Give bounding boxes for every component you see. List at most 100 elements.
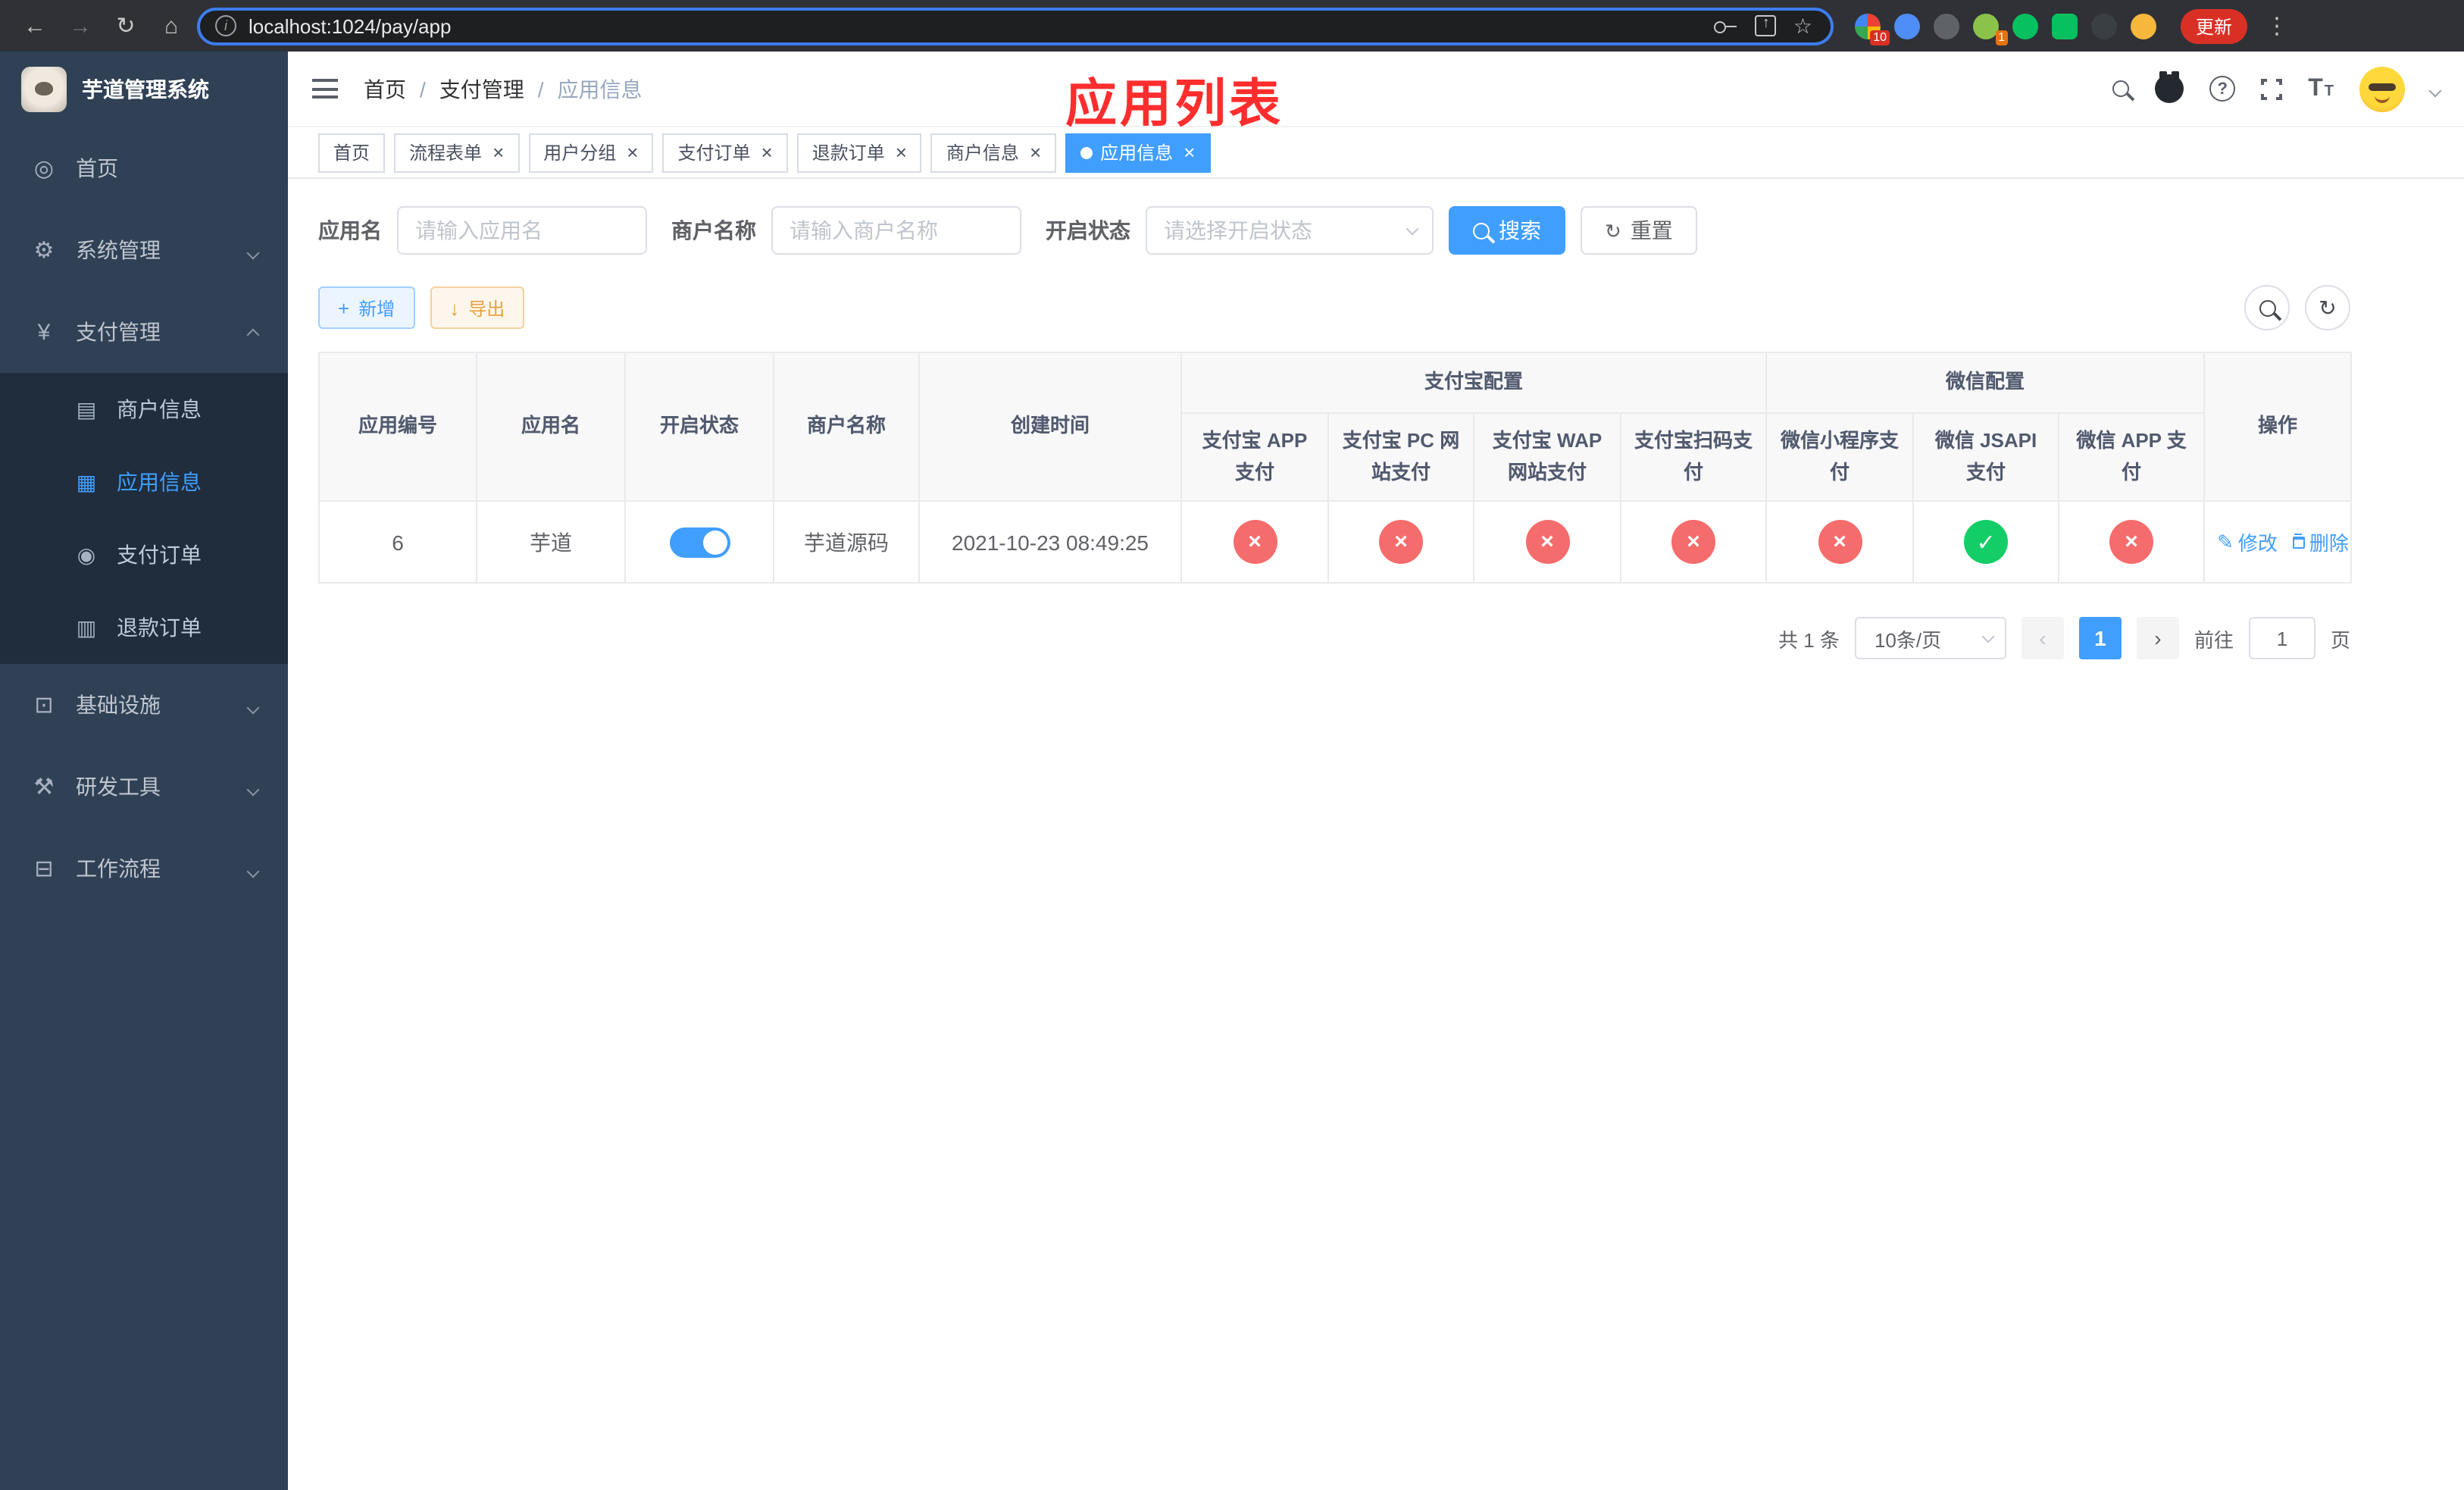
browser-menu-button[interactable]: ⋮ [2265, 12, 2288, 39]
close-icon[interactable]: × [627, 142, 638, 162]
sidebar-item-merchant-info[interactable]: ▤ 商户信息 [0, 373, 288, 446]
page-size-select[interactable]: 10条/页 [1854, 617, 2006, 659]
sidebar-item-label: 支付管理 [76, 320, 161, 344]
sidebar-item-pay-order[interactable]: ◉ 支付订单 [0, 518, 288, 591]
extension-icon[interactable] [2052, 13, 2078, 39]
font-size-icon[interactable]: TT [2308, 76, 2334, 101]
extension-icon[interactable] [2012, 13, 2038, 39]
extension-icon[interactable]: 1 [1973, 13, 2008, 45]
sidebar-item-infrastructure[interactable]: ⊡ 基础设施 [0, 664, 288, 746]
sidebar-item-workflow[interactable]: ⊟ 工作流程 [0, 828, 288, 909]
breadcrumb-section[interactable]: 支付管理 [439, 74, 524, 104]
sidebar-item-label: 退款订单 [117, 615, 202, 640]
main-area: 首页 / 支付管理 / 应用信息 应用列表 ? TT 首页 流程表单 × 用户分… [288, 52, 2464, 1490]
delete-link[interactable]: 删除 [2292, 527, 2349, 556]
toggle-search-button[interactable] [2244, 285, 2290, 330]
site-info-icon[interactable]: i [215, 15, 236, 36]
cell-alipay-qr: ×✓ [1619, 500, 1768, 584]
extension-icon[interactable] [1934, 13, 1959, 39]
search-button[interactable]: 搜索 [1449, 206, 1565, 255]
sidebar-item-refund-order[interactable]: ▥ 退款订单 [0, 591, 288, 664]
sidebar-item-label: 支付订单 [117, 543, 202, 567]
edit-link[interactable]: ✎ 修改 [2217, 527, 2278, 556]
tags-view-bar: 首页 流程表单 × 用户分组 × 支付订单 × 退款订单 × 商户信息 × 应用… [288, 127, 2464, 179]
close-icon[interactable]: × [492, 142, 504, 162]
tab-merchant-info[interactable]: 商户信息 × [930, 133, 1057, 172]
extension-badge: 10 [1870, 30, 1890, 45]
sidebar-item-system[interactable]: ⚙ 系统管理 [0, 209, 288, 291]
channel-status-icon: ×✓ [1671, 520, 1715, 564]
extension-badge: 1 [1995, 30, 2008, 45]
sidebar: 芋道管理系统 ◎ 首页 ⚙ 系统管理 ¥ 支付管理 ▤ 商户信息 ▦ 应用信息 … [0, 52, 288, 1490]
sidebar-item-dev-tools[interactable]: ⚒ 研发工具 [0, 746, 288, 828]
breadcrumb-home[interactable]: 首页 [364, 74, 406, 104]
close-icon[interactable]: × [761, 142, 773, 162]
close-icon[interactable]: × [896, 142, 907, 162]
merchant-name-input[interactable] [771, 206, 1021, 255]
forward-button[interactable]: → [61, 6, 100, 45]
breadcrumb-separator: / [537, 77, 544, 101]
refresh-icon: ↻ [1605, 219, 1621, 242]
extension-icon[interactable] [1894, 13, 1920, 39]
reset-button[interactable]: ↻ 重置 [1581, 206, 1697, 255]
cell-created: 2021-10-23 08:49:25 [918, 500, 1182, 584]
browser-update-button[interactable]: 更新 [2181, 8, 2248, 43]
workflow-icon: ⊟ [34, 856, 54, 882]
content-area: 应用名 商户名称 开启状态 请选择开启状态 搜索 ↻ 重置 [288, 179, 2464, 1490]
address-bar[interactable]: i localhost:1024/pay/app ↑ ☆ [197, 7, 1834, 45]
table-row: 6 芋道 芋道源码 2021-10-23 08:49:25 ×✓ [318, 500, 2353, 584]
plus-icon: + [338, 296, 350, 319]
tab-process-form[interactable]: 流程表单 × [394, 133, 520, 172]
bookmark-star-icon[interactable]: ☆ [1793, 13, 1812, 39]
status-select[interactable]: 请选择开启状态 [1146, 206, 1434, 255]
sidebar-collapse-button[interactable] [312, 79, 338, 99]
extension-icon[interactable] [2131, 13, 2156, 39]
github-icon[interactable] [2155, 71, 2184, 103]
help-icon[interactable]: ? [2209, 76, 2236, 102]
back-button[interactable]: ← [15, 6, 55, 45]
tab-pay-order[interactable]: 支付订单 × [662, 133, 788, 172]
password-key-icon[interactable] [1714, 19, 1739, 33]
refresh-table-button[interactable]: ↻ [2305, 285, 2350, 330]
cell-app-name: 芋道 [476, 500, 626, 584]
sidebar-item-payment[interactable]: ¥ 支付管理 [0, 291, 288, 373]
extension-icon[interactable] [2091, 13, 2117, 39]
coin-icon: ◉ [77, 542, 96, 566]
fullscreen-icon[interactable] [2259, 77, 2284, 101]
goto-page-input[interactable] [2248, 617, 2315, 659]
cell-wx-mini: ×✓ [1765, 500, 1915, 584]
chevron-down-icon[interactable] [2428, 75, 2442, 102]
tab-user-group[interactable]: 用户分组 × [528, 133, 654, 172]
card-icon: ▤ [76, 396, 97, 421]
cell-actions: ✎ 修改 删除 [2203, 500, 2353, 584]
search-icon [2259, 299, 2275, 316]
share-icon[interactable]: ↑ [1755, 15, 1777, 36]
reload-button[interactable]: ↻ [106, 6, 145, 45]
add-button[interactable]: + 新增 [318, 286, 415, 329]
search-icon[interactable] [2112, 80, 2130, 97]
sidebar-item-label: 商户信息 [117, 397, 202, 421]
trash-icon [2292, 533, 2305, 548]
channel-status-icon: ×✓ [1525, 520, 1569, 564]
cell-wx-app: ×✓ [2058, 500, 2206, 584]
close-icon[interactable]: × [1030, 142, 1041, 162]
status-toggle[interactable] [669, 527, 730, 557]
close-icon[interactable]: × [1184, 142, 1195, 162]
chevron-down-icon [246, 246, 260, 260]
chevron-down-icon [1981, 629, 1995, 643]
page-number-1[interactable]: 1 [2078, 617, 2122, 659]
sidebar-item-home[interactable]: ◎ 首页 [0, 127, 288, 209]
app-name-input[interactable] [397, 206, 647, 255]
sidebar-item-app-info[interactable]: ▦ 应用信息 [0, 446, 288, 518]
export-button[interactable]: ↓ 导出 [430, 286, 525, 329]
tab-refund-order[interactable]: 退款订单 × [796, 133, 922, 172]
tab-app-info[interactable]: 应用信息 × [1065, 133, 1211, 172]
tab-home[interactable]: 首页 [318, 133, 386, 172]
col-wx-app: 微信 APP 支付 [2058, 412, 2206, 502]
prev-page-button[interactable]: ‹ [2021, 617, 2064, 659]
home-button[interactable]: ⌂ [152, 6, 191, 45]
avatar[interactable] [2359, 66, 2405, 111]
extension-icon[interactable]: 10 [1855, 13, 1890, 45]
next-page-button[interactable]: › [2136, 617, 2179, 659]
breadcrumb-separator: / [420, 77, 426, 101]
